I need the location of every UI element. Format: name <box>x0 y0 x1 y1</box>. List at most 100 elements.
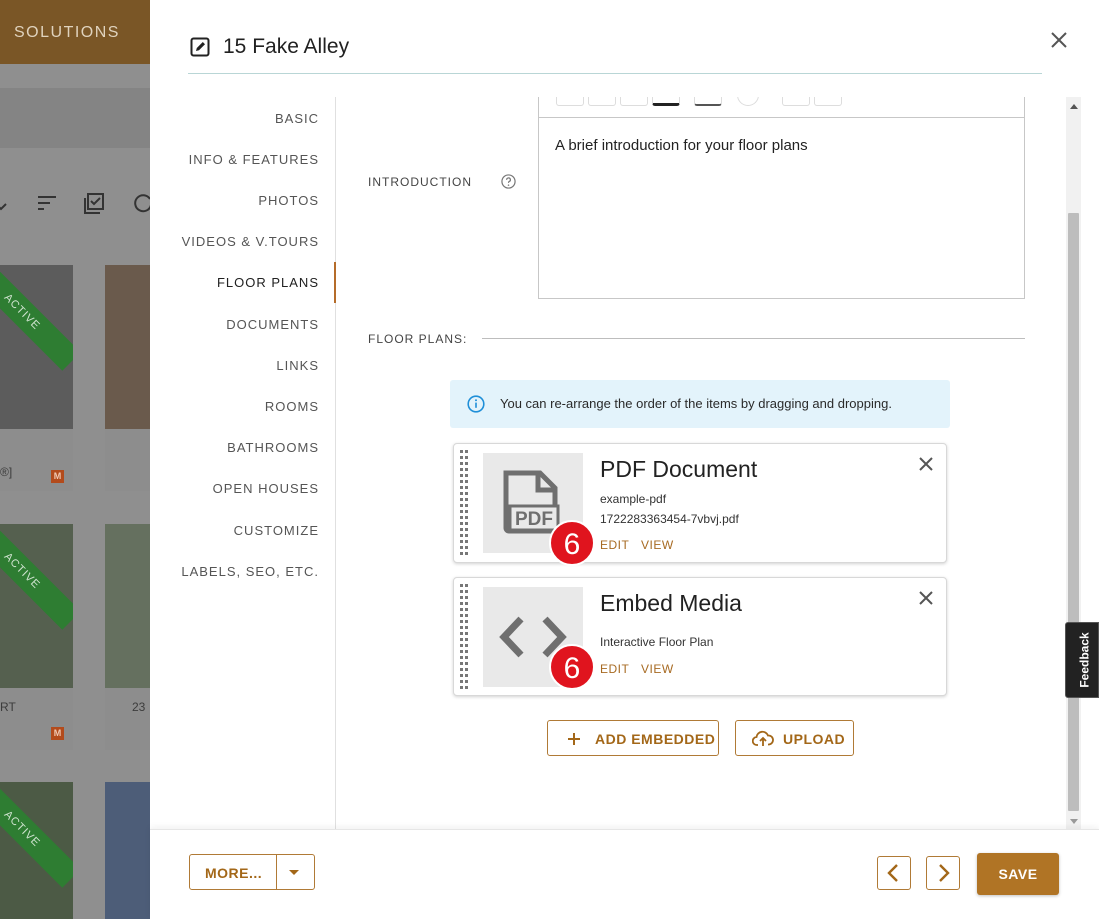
view-link[interactable]: VIEW <box>641 662 674 676</box>
background-listing-card: ACTIVE <box>0 782 73 919</box>
more-separator <box>276 855 277 889</box>
editor-tool-button[interactable] <box>694 97 722 106</box>
background-card-footer <box>105 429 150 491</box>
divider <box>482 338 1025 339</box>
chevron-left-icon <box>887 864 898 882</box>
nav-item-bathrooms[interactable]: BATHROOMS <box>227 440 319 455</box>
background-toolbar <box>0 192 150 218</box>
reorder-info-alert: You can re-arrange the order of the item… <box>450 380 950 428</box>
close-icon[interactable] <box>1047 28 1071 52</box>
editor-tool-button[interactable] <box>620 97 648 106</box>
scroll-up-arrow[interactable] <box>1070 104 1078 109</box>
background-listing-card: ACTIVE <box>0 524 73 688</box>
background-card-badge: M <box>51 727 64 740</box>
nav-item-customize[interactable]: CUSTOMIZE <box>234 523 319 538</box>
nav-item-labels-seo[interactable]: LABELS, SEO, ETC. <box>181 564 319 579</box>
background-listing-card: ACTIVE <box>0 265 73 429</box>
edit-listing-modal: 15 Fake Alley BASIC INFO & FEATURES PHOT… <box>150 0 1099 919</box>
background-search-band <box>0 88 150 148</box>
help-icon[interactable] <box>501 174 516 189</box>
nav-item-info-features[interactable]: INFO & FEATURES <box>189 152 319 167</box>
edit-link[interactable]: EDIT <box>600 538 629 552</box>
chevron-right-icon <box>939 864 950 882</box>
background-card-footer: 23 <box>105 688 150 750</box>
nav-item-open-houses[interactable]: OPEN HOUSES <box>213 481 319 496</box>
editor-tool-button[interactable] <box>652 97 680 106</box>
cloud-upload-icon <box>752 730 774 746</box>
background-topbar-label: SOLUTIONS <box>14 24 120 41</box>
pdf-thumb-label: PDF <box>515 509 553 530</box>
background-card-text: ®] <box>0 465 13 479</box>
step-badge: 6 <box>549 520 595 566</box>
modal-header: 15 Fake Alley <box>188 30 1042 74</box>
add-embedded-button[interactable]: ADD EMBEDDED <box>547 720 719 756</box>
previous-listing-button[interactable] <box>877 856 911 890</box>
remove-item-icon[interactable] <box>916 588 936 608</box>
background-card-footer: ®] M <box>0 429 73 491</box>
floor-plan-item[interactable]: Embed Media Interactive Floor Plan EDIT … <box>453 577 947 696</box>
introduction-editor[interactable]: A brief introduction for your floor plan… <box>538 117 1025 299</box>
feedback-tab[interactable]: Feedback <box>1065 622 1099 698</box>
remove-item-icon[interactable] <box>916 454 936 474</box>
editor-tool-button[interactable] <box>588 97 616 106</box>
editor-tool-button[interactable] <box>737 97 759 106</box>
nav-item-rooms[interactable]: ROOMS <box>265 399 319 414</box>
modal-footer: MORE... SAVE <box>150 829 1099 919</box>
status-ribbon: ACTIVE <box>0 265 73 371</box>
nav-item-links[interactable]: LINKS <box>276 358 319 373</box>
nav-item-documents[interactable]: DOCUMENTS <box>226 317 319 332</box>
more-button[interactable]: MORE... <box>189 854 315 890</box>
refresh-icon <box>134 194 150 213</box>
background-card-badge: M <box>51 470 64 483</box>
background-card-text: 23 <box>132 700 146 714</box>
background-listing-card <box>105 524 150 688</box>
floor-plan-title: PDF Document <box>600 456 758 482</box>
editor-tool-button[interactable] <box>814 97 842 106</box>
chevron-down-icon <box>0 203 7 211</box>
plus-icon <box>568 733 580 745</box>
edit-icon <box>190 37 210 57</box>
select-all-icon <box>84 193 104 214</box>
add-embedded-label: ADD EMBEDDED <box>595 731 716 747</box>
info-icon <box>467 395 485 413</box>
nav-item-basic[interactable]: BASIC <box>275 111 319 126</box>
floor-plans-label: FLOOR PLANS: <box>368 332 468 346</box>
floor-plan-title: Embed Media <box>600 590 742 616</box>
step-badge: 6 <box>549 644 595 690</box>
floor-plan-item[interactable]: PDF PDF Document example-pdf 17222833634… <box>453 443 947 566</box>
scroll-thumb[interactable] <box>1068 213 1079 811</box>
feedback-label: Feedback <box>1077 632 1092 688</box>
floor-plan-filename: 1722283363454-7vbvj.pdf <box>600 512 739 526</box>
status-ribbon: ACTIVE <box>0 782 73 888</box>
editor-tool-button[interactable] <box>556 97 584 106</box>
nav-item-floor-plans[interactable]: FLOOR PLANS <box>217 275 319 290</box>
editor-tool-button[interactable] <box>782 97 810 106</box>
introduction-text[interactable]: A brief introduction for your floor plan… <box>555 137 808 154</box>
background-page: SOLUTIONS ACTIVE ®] M ACTIVE RT M 23 ACT… <box>0 0 150 919</box>
content-scrollbar[interactable] <box>1066 97 1081 829</box>
save-button[interactable]: SAVE <box>977 853 1059 895</box>
drag-handle-icon[interactable] <box>460 450 470 556</box>
upload-button[interactable]: UPLOAD <box>735 720 854 756</box>
reorder-info-text: You can re-arrange the order of the item… <box>500 396 892 411</box>
background-listing-card <box>105 782 150 919</box>
floor-plan-name: Interactive Floor Plan <box>600 635 714 649</box>
nav-item-videos-tours[interactable]: VIDEOS & V.TOURS <box>182 234 319 249</box>
view-link[interactable]: VIEW <box>641 538 674 552</box>
status-ribbon: ACTIVE <box>0 524 73 630</box>
next-listing-button[interactable] <box>926 856 960 890</box>
nav-item-photos[interactable]: PHOTOS <box>258 193 319 208</box>
drag-handle-icon[interactable] <box>460 584 470 689</box>
background-card-footer: RT M <box>0 688 73 750</box>
floor-plan-name: example-pdf <box>600 492 667 506</box>
background-listing-card <box>105 265 150 429</box>
edit-link[interactable]: EDIT <box>600 662 629 676</box>
background-card-text: RT <box>0 700 16 714</box>
scroll-down-arrow[interactable] <box>1070 819 1078 824</box>
background-topbar: SOLUTIONS <box>0 0 150 64</box>
upload-label: UPLOAD <box>783 731 846 747</box>
chevron-down-icon[interactable] <box>289 870 299 875</box>
introduction-label: INTRODUCTION <box>368 175 472 189</box>
section-nav: BASIC INFO & FEATURES PHOTOS VIDEOS & V.… <box>150 97 336 829</box>
more-label: MORE... <box>205 865 263 881</box>
